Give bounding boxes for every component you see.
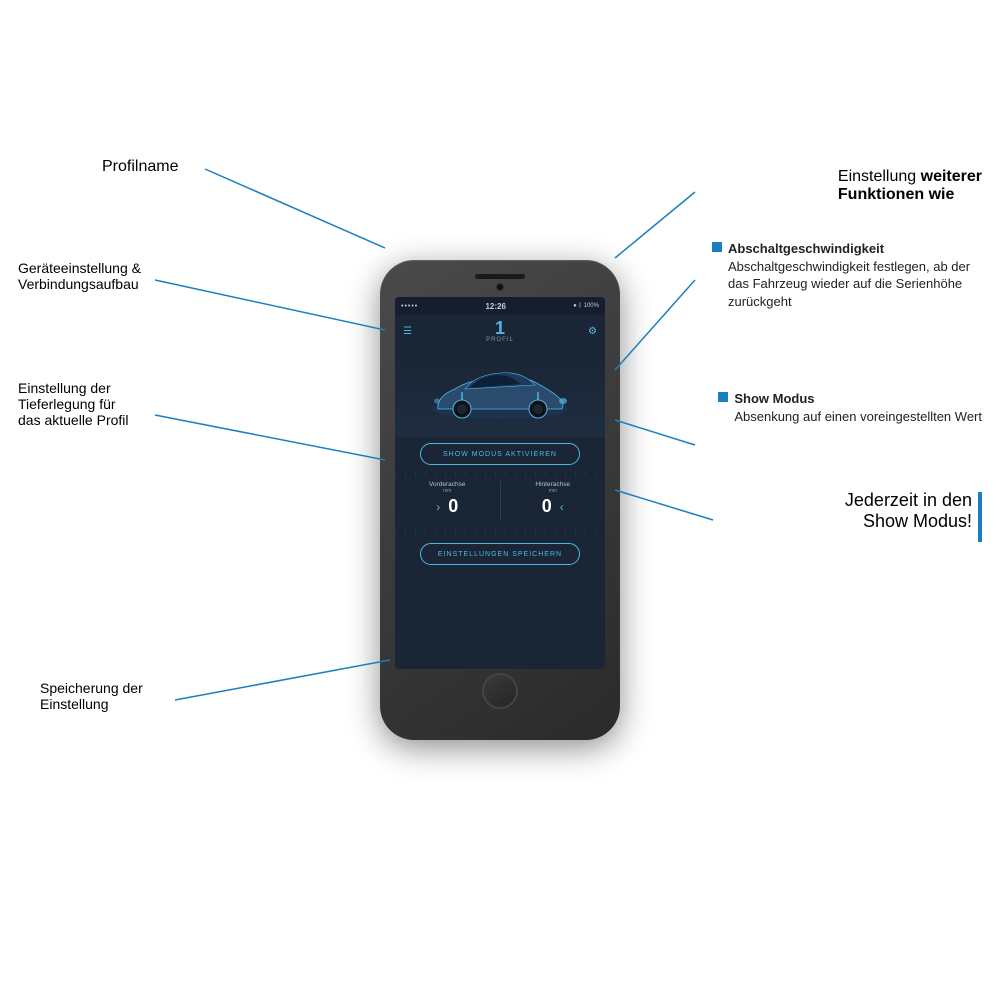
status-icons: ● ᛒ 100% [573, 303, 599, 309]
phone-shell: ••••• 12:26 ● ᛒ 100% ☰ 1 PROFIL ⚙ [380, 260, 620, 740]
abschalt-bullet [712, 242, 722, 252]
save-button[interactable]: EINSTELLUNGEN SPEICHERN [420, 543, 580, 565]
save-section: EINSTELLUNGEN SPEICHERN [395, 535, 605, 569]
phone-speaker [475, 274, 525, 279]
tieferlegung-text-1: Einstellung der [18, 380, 129, 396]
hinterachse-control: Hinterachse mm 0 ‹ [501, 481, 606, 521]
einstellung-bold: weiterer [921, 168, 982, 185]
jederzeit-text-2: Show Modus! [845, 511, 972, 532]
grid-top [395, 471, 605, 477]
vorderachse-value: 0 [448, 496, 458, 517]
show-modus-button[interactable]: SHOW MODUS AKTIVIEREN [420, 443, 580, 465]
home-button[interactable] [482, 673, 518, 709]
geraet-text-2: Verbindungsaufbau [18, 276, 141, 292]
phone-screen: ••••• 12:26 ● ᛒ 100% ☰ 1 PROFIL ⚙ [395, 297, 605, 669]
axle-section: Vorderachse mm › 0 Hinterachse mm 0 [395, 477, 605, 525]
showmodus-label: Show Modus Absenkung auf einen voreinges… [718, 390, 982, 431]
phone-mockup: ••••• 12:26 ● ᛒ 100% ☰ 1 PROFIL ⚙ [380, 260, 620, 740]
phone-camera [496, 283, 504, 291]
car-display [395, 347, 605, 437]
hinterachse-label: Hinterachse [535, 481, 570, 488]
showmodus-bullet [718, 392, 728, 402]
geraet-text-1: Geräteeinstellung & [18, 260, 141, 276]
geraet-label: Geräteeinstellung & Verbindungsaufbau [18, 260, 141, 302]
car-silhouette [420, 357, 580, 427]
status-time: 12:26 [485, 302, 505, 311]
axle-row: Vorderachse mm › 0 Hinterachse mm 0 [395, 481, 605, 521]
gear-icon[interactable]: ⚙ [588, 326, 597, 337]
tieferlegung-label: Einstellung der Tieferlegung für das akt… [18, 380, 129, 438]
hinterachse-increase[interactable]: ‹ [560, 501, 564, 513]
jederzeit-bar [978, 492, 982, 542]
profilname-text: Profilname [102, 158, 178, 176]
abschalt-title: Abschaltgeschwindigkeit [728, 241, 884, 256]
vorderachse-unit: mm [443, 488, 451, 494]
abschalt-label: Abschaltgeschwindigkeit Abschaltgeschwin… [712, 240, 982, 316]
showmodus-title: Show Modus [734, 391, 814, 406]
abschalt-desc: Abschaltgeschwindigkeit festlegen, ab de… [728, 259, 970, 309]
profile-number: 1 [486, 319, 514, 337]
status-bar: ••••• 12:26 ● ᛒ 100% [395, 297, 605, 315]
profile-info: 1 PROFIL [486, 319, 514, 343]
menu-icon[interactable]: ☰ [403, 326, 412, 337]
hinterachse-value: 0 [542, 496, 552, 517]
jederzeit-label: Jederzeit in den Show Modus! [845, 490, 982, 542]
profile-label: PROFIL [486, 337, 514, 343]
showmodus-desc: Absenkung auf einen voreingestellten Wer… [734, 409, 982, 424]
jederzeit-text-1: Jederzeit in den [845, 490, 972, 511]
einstellung-label: Einstellung weiterer Funktionen wie [838, 168, 982, 204]
vorderachse-decrease[interactable]: › [436, 501, 440, 513]
grid-bottom [395, 529, 605, 535]
speicherung-label: Speicherung der Einstellung [40, 680, 143, 722]
einstellung-text-1: Einstellung [838, 168, 921, 185]
vorderachse-control: Vorderachse mm › 0 [395, 481, 500, 521]
vorderachse-label: Vorderachse [429, 481, 466, 488]
signal-dots: ••••• [401, 303, 418, 310]
speicherung-text-2: Einstellung [40, 696, 143, 712]
app-header: ☰ 1 PROFIL ⚙ [395, 315, 605, 347]
hinterachse-unit: mm [549, 488, 557, 494]
speicherung-text-1: Speicherung der [40, 680, 143, 696]
tieferlegung-text-2: Tieferlegung für [18, 396, 129, 412]
show-modus-section: SHOW MODUS AKTIVIEREN [395, 437, 605, 471]
profilname-label: Profilname [102, 158, 178, 178]
einstellung-text-2: Funktionen wie [838, 186, 954, 203]
tieferlegung-text-3: das aktuelle Profil [18, 412, 129, 428]
